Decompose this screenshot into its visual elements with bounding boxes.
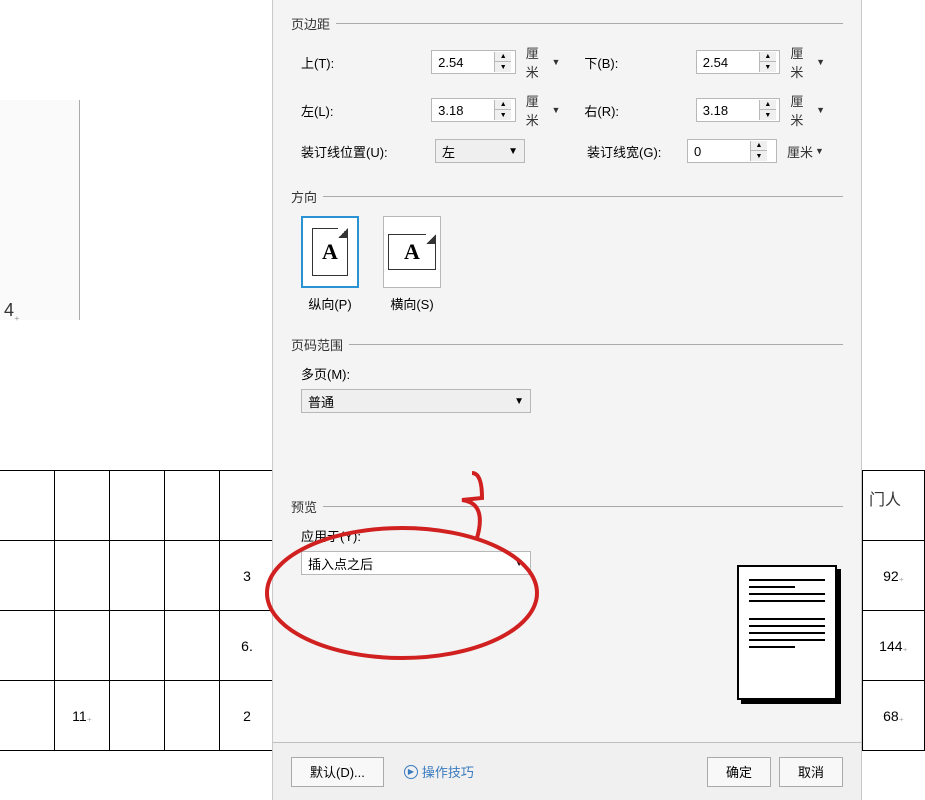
down-arrow-icon[interactable]: ▼ <box>751 151 767 161</box>
down-arrow-icon[interactable]: ▼ <box>760 110 776 120</box>
margins-group: 页边距 上(T): ▲▼ 厘米▼ 下(B): ▲▼ 厘米▼ 左(L): ▲▼ <box>291 14 843 173</box>
down-arrow-icon[interactable]: ▼ <box>495 110 511 120</box>
right-label: 右(R): <box>584 101 644 120</box>
up-arrow-icon[interactable]: ▲ <box>495 52 511 62</box>
unit-dropdown[interactable]: 厘米▼ <box>790 91 825 129</box>
preview-group: 预览 应用于(Y): 插入点之后▼ <box>291 497 843 575</box>
cancel-button[interactable]: 取消 <box>779 757 843 787</box>
apply-to-select[interactable]: 插入点之后▼ <box>301 551 531 575</box>
multi-page-label: 多页(M): <box>301 364 843 383</box>
orientation-group: 方向 A 纵向(P) A 横向(S) <box>291 187 843 321</box>
unit-dropdown[interactable]: 厘米▼ <box>790 43 825 81</box>
page-preview <box>737 565 837 700</box>
top-label: 上(T): <box>301 53 361 72</box>
up-arrow-icon[interactable]: ▲ <box>760 52 776 62</box>
right-input[interactable]: ▲▼ <box>696 98 781 122</box>
page-marker: 4₊ <box>4 300 20 324</box>
play-icon: ▶ <box>404 765 418 779</box>
preview-legend: 预览 <box>291 497 317 516</box>
right-table: 92₊ 144₊ 68₊ <box>862 470 925 751</box>
portrait-label: 纵向(P) <box>308 294 351 313</box>
dialog-buttons: 默认(D)... ▶ 操作技巧 确定 取消 <box>273 742 861 800</box>
top-input[interactable]: ▲▼ <box>431 50 516 74</box>
up-arrow-icon[interactable]: ▲ <box>760 100 776 110</box>
table-row: 6. <box>0 611 275 681</box>
unit-dropdown[interactable]: 厘米▼ <box>787 142 824 161</box>
unit-dropdown[interactable]: 厘米▼ <box>526 91 561 129</box>
apply-to-label: 应用于(Y): <box>301 526 843 545</box>
table-row: 3 <box>0 541 275 611</box>
table-row <box>0 471 275 541</box>
gutter-pos-select[interactable]: 左▼ <box>435 139 525 163</box>
down-arrow-icon[interactable]: ▼ <box>760 62 776 72</box>
left-input[interactable]: ▲▼ <box>431 98 516 122</box>
down-arrow-icon[interactable]: ▼ <box>495 62 511 72</box>
unit-dropdown[interactable]: 厘米▼ <box>526 43 561 81</box>
background-table: 3 6. 11₊2 <box>0 470 275 751</box>
bottom-label: 下(B): <box>584 53 644 72</box>
left-label: 左(L): <box>301 101 361 120</box>
page-setup-dialog: 页边距 上(T): ▲▼ 厘米▼ 下(B): ▲▼ 厘米▼ 左(L): ▲▼ <box>272 0 862 800</box>
tips-link[interactable]: ▶ 操作技巧 <box>404 762 474 781</box>
gutter-width-input[interactable]: ▲▼ <box>687 139 777 163</box>
up-arrow-icon[interactable]: ▲ <box>495 100 511 110</box>
bottom-input[interactable]: ▲▼ <box>696 50 781 74</box>
margins-legend: 页边距 <box>291 14 330 33</box>
multi-page-select[interactable]: 普通▼ <box>301 389 531 413</box>
table-row: 11₊2 <box>0 681 275 751</box>
page-range-group: 页码范围 多页(M): 普通▼ <box>291 335 843 413</box>
ok-button[interactable]: 确定 <box>707 757 771 787</box>
orientation-legend: 方向 <box>291 187 317 206</box>
page-range-legend: 页码范围 <box>291 335 343 354</box>
up-arrow-icon[interactable]: ▲ <box>751 141 767 151</box>
gutter-width-label: 装订线宽(G): <box>587 142 681 161</box>
landscape-option[interactable]: A 横向(S) <box>383 216 441 313</box>
landscape-label: 横向(S) <box>390 294 433 313</box>
gutter-pos-label: 装订线位置(U): <box>301 142 395 161</box>
portrait-option[interactable]: A 纵向(P) <box>301 216 359 313</box>
default-button[interactable]: 默认(D)... <box>291 757 384 787</box>
